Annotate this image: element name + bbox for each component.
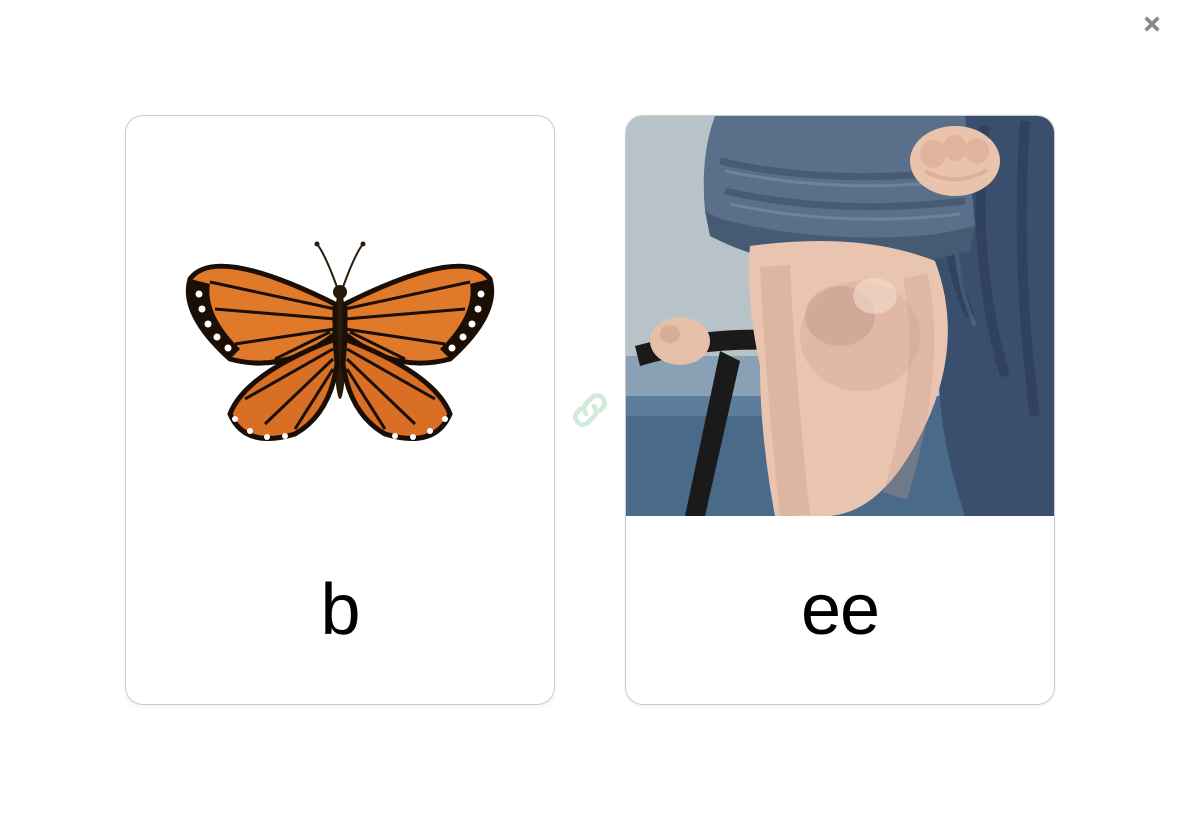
butterfly-icon bbox=[175, 224, 505, 454]
card-label-right: ee bbox=[626, 516, 1054, 704]
card-image-knee bbox=[626, 116, 1054, 516]
card-image-butterfly bbox=[126, 116, 554, 516]
link-icon bbox=[567, 387, 613, 433]
flashcard-left[interactable]: b bbox=[125, 115, 555, 705]
close-button[interactable] bbox=[1138, 12, 1166, 40]
card-label-left: b bbox=[126, 516, 554, 704]
flashcard-right[interactable]: ee bbox=[625, 115, 1055, 705]
knee-photo-icon bbox=[626, 116, 1054, 516]
close-icon bbox=[1141, 13, 1163, 40]
